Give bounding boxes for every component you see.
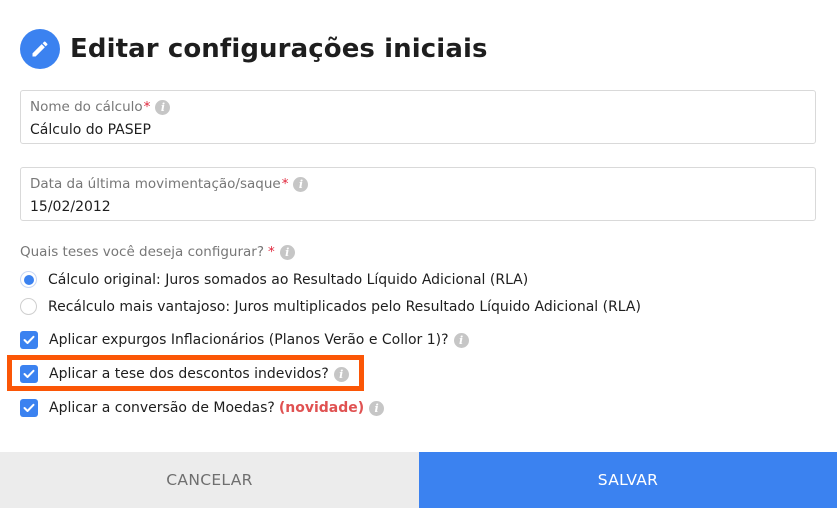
- required-mark: *: [143, 99, 151, 115]
- info-icon[interactable]: i: [453, 332, 469, 348]
- check-icon: [23, 403, 35, 412]
- checkbox-conversao-moedas[interactable]: Aplicar a conversão de Moedas? (novidade…: [20, 399, 385, 417]
- radio-original-calc[interactable]: Cálculo original: Juros somados ao Resul…: [20, 271, 528, 288]
- radio-button-selected[interactable]: [20, 271, 37, 288]
- last-movement-field[interactable]: Data da última movimentação/saque * i 15/…: [20, 167, 816, 221]
- last-movement-label: Data da última movimentação/saque * i: [30, 176, 309, 192]
- info-icon[interactable]: i: [279, 244, 295, 260]
- last-movement-label-text: Data da última movimentação/saque: [30, 176, 281, 192]
- checkbox-label: Aplicar expurgos Inflacionários (Planos …: [49, 332, 449, 348]
- new-badge: (novidade): [278, 400, 365, 416]
- calc-name-input[interactable]: Cálculo do PASEP: [30, 122, 151, 138]
- info-icon[interactable]: i: [293, 176, 309, 192]
- calc-name-field[interactable]: Nome do cálculo * i Cálculo do PASEP: [20, 90, 816, 144]
- required-mark: *: [268, 244, 275, 260]
- theses-question-text: Quais teses você deseja configurar?: [20, 244, 264, 260]
- radio-label: Recálculo mais vantajoso: Juros multipli…: [48, 298, 641, 315]
- pencil-icon: [20, 29, 60, 69]
- last-movement-input[interactable]: 15/02/2012: [30, 199, 111, 215]
- radio-recalc[interactable]: Recálculo mais vantajoso: Juros multipli…: [20, 298, 641, 315]
- info-icon[interactable]: i: [155, 99, 171, 115]
- checkbox-checked[interactable]: [20, 399, 38, 417]
- highlight-box: [7, 355, 364, 391]
- calc-name-label: Nome do cálculo * i: [30, 99, 171, 115]
- checkbox-checked[interactable]: [20, 331, 38, 349]
- required-mark: *: [281, 176, 289, 192]
- cancel-button[interactable]: CANCELAR: [0, 452, 419, 508]
- calc-name-label-text: Nome do cálculo: [30, 99, 143, 115]
- check-icon: [23, 335, 35, 344]
- radio-button[interactable]: [20, 298, 37, 315]
- save-button[interactable]: SALVAR: [419, 452, 837, 508]
- edit-settings-dialog: Editar configurações iniciais Nome do cá…: [0, 0, 837, 508]
- info-icon[interactable]: i: [369, 400, 385, 416]
- page-title: Editar configurações iniciais: [70, 34, 488, 64]
- checkbox-expurgos[interactable]: Aplicar expurgos Inflacionários (Planos …: [20, 331, 469, 349]
- dialog-header: Editar configurações iniciais: [20, 29, 488, 69]
- radio-dot: [23, 274, 34, 285]
- radio-label: Cálculo original: Juros somados ao Resul…: [48, 271, 529, 288]
- checkbox-label: Aplicar a conversão de Moedas?: [49, 400, 275, 416]
- theses-question: Quais teses você deseja configurar? * i: [20, 244, 295, 260]
